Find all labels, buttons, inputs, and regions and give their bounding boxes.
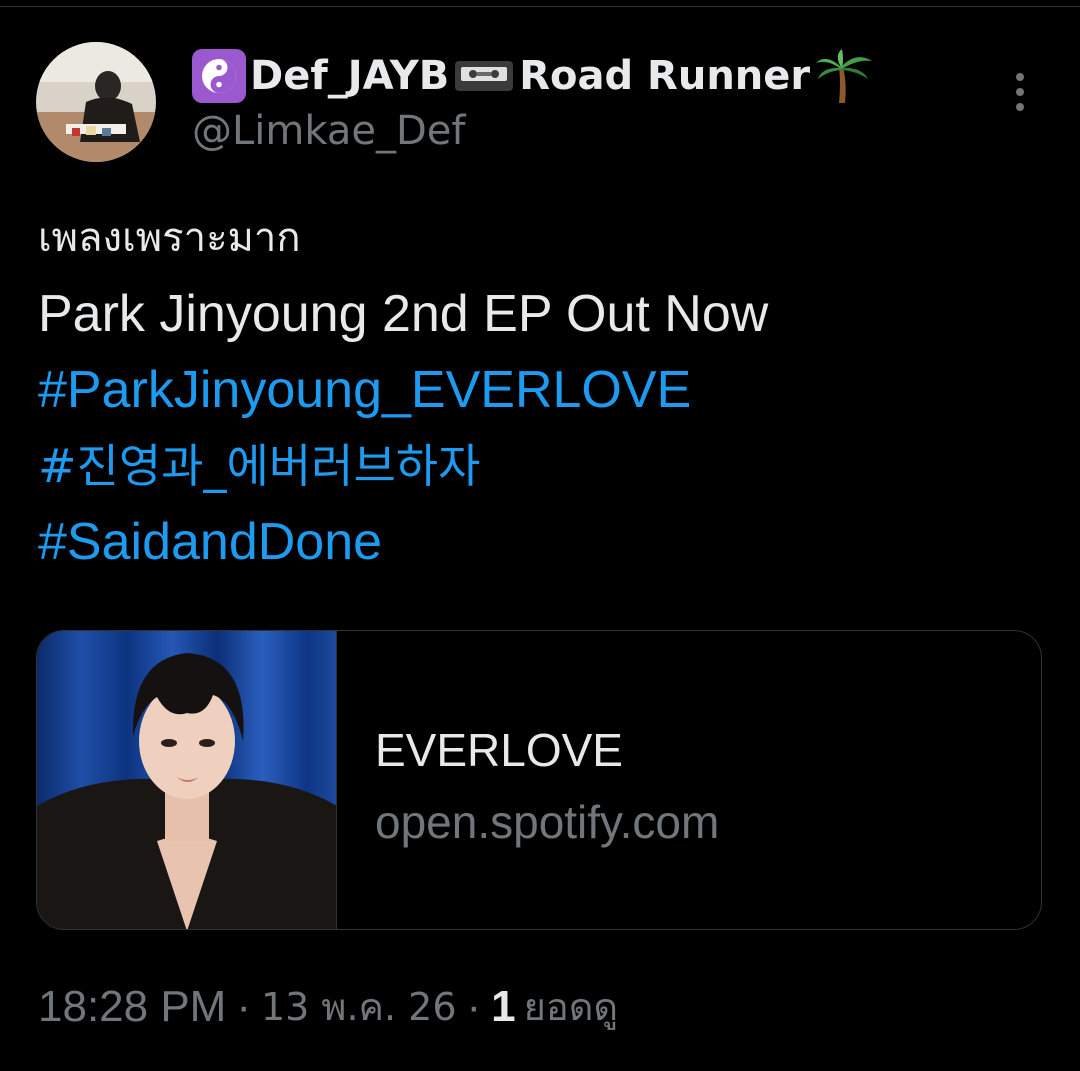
meta-separator: · xyxy=(466,981,482,1031)
yin-yang-icon xyxy=(192,49,246,103)
avatar[interactable] xyxy=(36,42,156,162)
more-dot-icon xyxy=(1016,73,1024,81)
tweet-meta: 18:28 PM · 13 พ.ค. 26 · 1 ยอดดู xyxy=(38,976,618,1037)
card-thumbnail xyxy=(37,631,337,929)
display-name-text: Def_JAYB xyxy=(250,53,450,99)
display-name-suffix: Road Runner xyxy=(519,53,811,99)
views-count: 1 xyxy=(491,981,516,1031)
hashtag-link[interactable]: #SaidandDone xyxy=(38,504,1048,580)
card-domain: open.spotify.com xyxy=(375,796,720,848)
tweet-line-announcement: Park Jinyoung 2nd EP Out Now xyxy=(38,285,769,343)
meta-separator: · xyxy=(236,981,251,1031)
author-display-name[interactable]: Def_JAYB Road Runner xyxy=(192,48,874,104)
more-dot-icon xyxy=(1016,103,1024,111)
tweet-date[interactable]: 13 พ.ค. 26 xyxy=(261,976,457,1037)
more-options-button[interactable] xyxy=(1000,66,1040,118)
videocassette-icon xyxy=(453,56,515,96)
tweet-text: เพลงเพราะมาก Park Jinyoung 2nd EP Out No… xyxy=(38,200,1048,580)
hashtag-link[interactable]: #진영과_에버러브하자 xyxy=(38,428,1048,504)
top-divider xyxy=(0,6,1080,7)
tweet-time[interactable]: 18:28 PM xyxy=(38,982,226,1032)
views-label: ยอดดู xyxy=(523,985,619,1029)
card-title: EVERLOVE xyxy=(375,724,623,776)
palm-tree-icon xyxy=(814,49,874,103)
link-preview-card[interactable]: EVERLOVE open.spotify.com xyxy=(36,630,1042,930)
avatar-photo xyxy=(36,42,156,162)
author-handle[interactable]: @Limkae_Def xyxy=(192,108,465,154)
more-dot-icon xyxy=(1016,88,1024,96)
hashtag-link[interactable]: #ParkJinyoung_EVERLOVE xyxy=(38,352,1048,428)
tweet-line-thai: เพลงเพราะมาก xyxy=(38,215,301,261)
